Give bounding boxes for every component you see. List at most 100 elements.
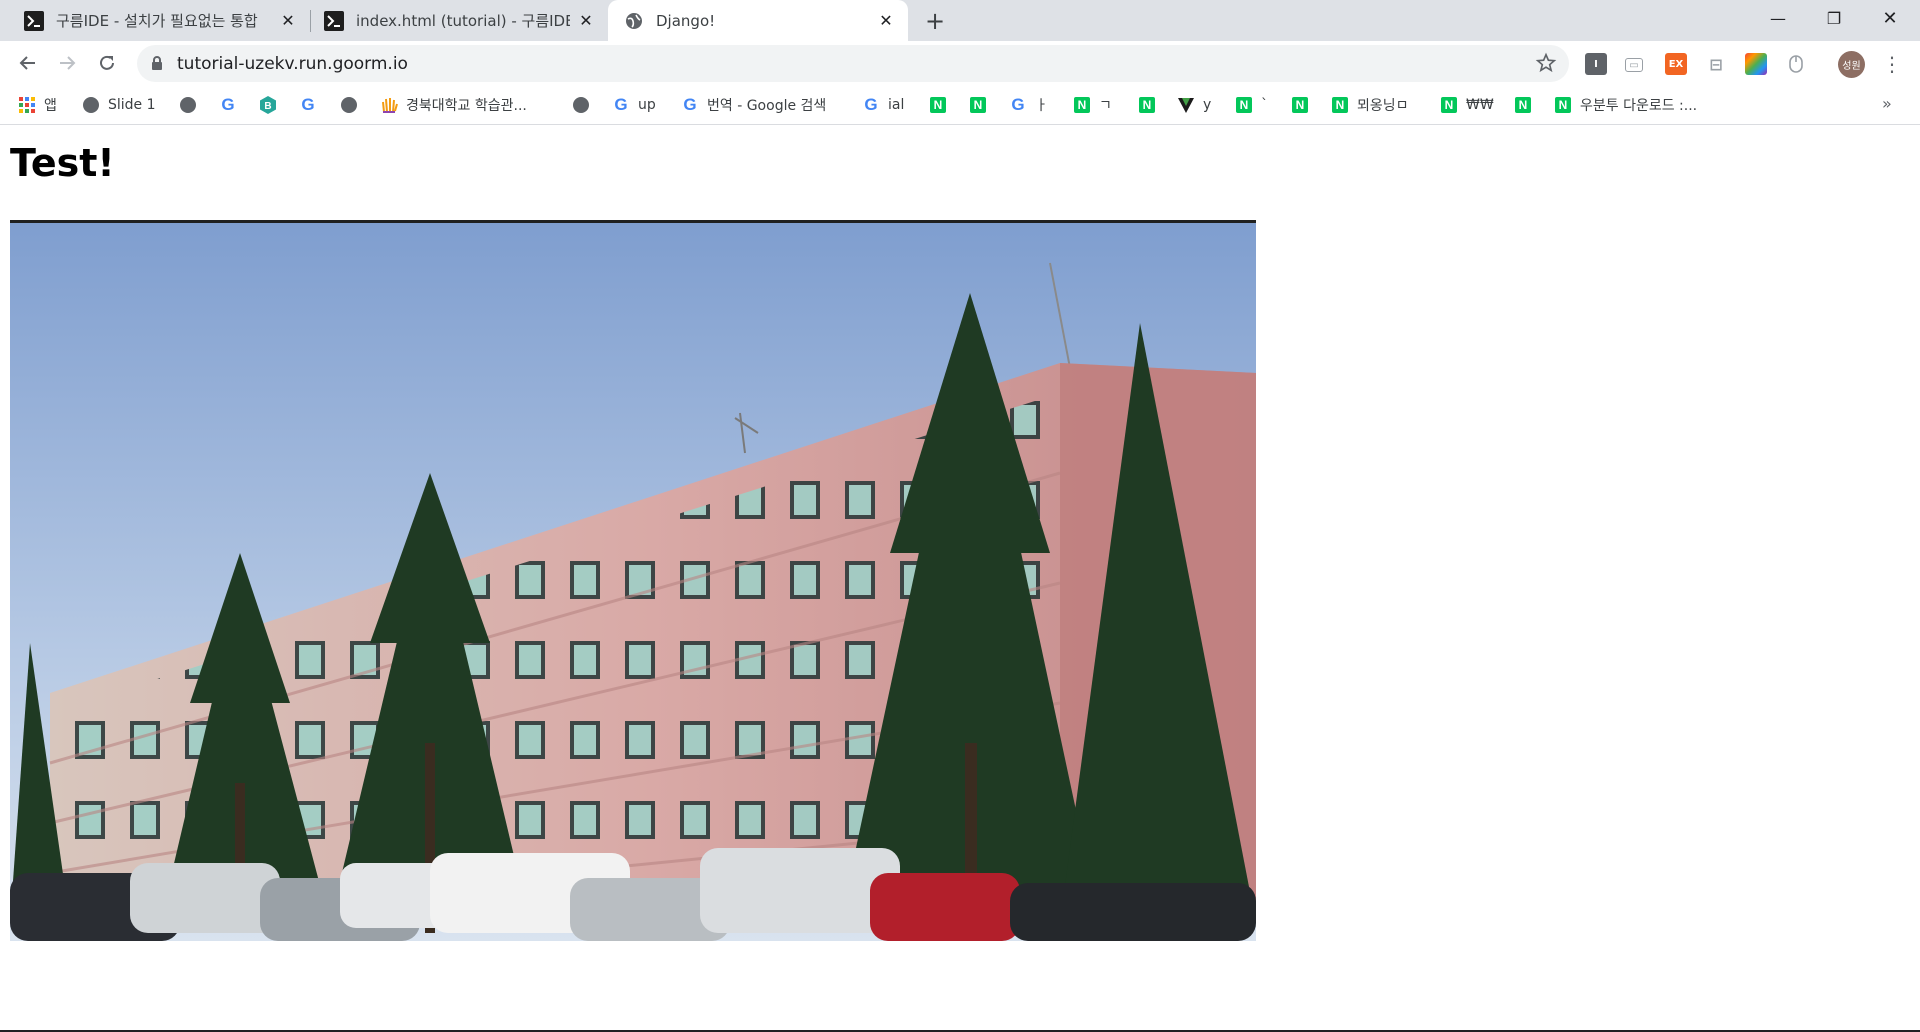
bookmark-label: 경북대학교 학습관...: [406, 98, 527, 114]
google-icon: G: [221, 95, 235, 114]
close-window-button[interactable]: ✕: [1862, 0, 1918, 36]
bookmark-naver[interactable]: N: [1291, 92, 1317, 118]
new-tab-button[interactable]: +: [922, 7, 948, 35]
close-icon[interactable]: ✕: [576, 11, 596, 31]
tab-django[interactable]: Django! ✕: [608, 0, 908, 41]
bookmark-globe[interactable]: [340, 92, 366, 118]
knu-hand-icon: [380, 96, 398, 114]
extension-i-icon[interactable]: I: [1585, 53, 1607, 75]
naver-icon: N: [1441, 97, 1457, 113]
lock-icon: [152, 56, 162, 70]
bookmark-label: ial: [888, 97, 905, 113]
globe-icon: [83, 97, 99, 113]
naver-icon: N: [930, 97, 946, 113]
terminal-icon: [324, 10, 344, 31]
bookmark-label: ㅏ: [1035, 98, 1048, 114]
bookmark-ial[interactable]: G ial: [862, 92, 904, 118]
google-icon: G: [301, 95, 315, 114]
bookmark-b[interactable]: B: [259, 92, 285, 118]
bookmark-label: Slide 1: [108, 97, 156, 113]
extension-colorgrid-icon[interactable]: [1745, 53, 1767, 75]
vuetify-icon: [1177, 96, 1195, 114]
forward-button[interactable]: [51, 47, 83, 79]
bookmark-up[interactable]: G up: [612, 92, 656, 118]
naver-icon: N: [1292, 97, 1308, 113]
bookmark-knu[interactable]: 경북대학교 학습관...: [380, 92, 527, 118]
globe-icon: [180, 97, 196, 113]
bookmark-label: 번역 - Google 검색: [707, 98, 827, 114]
page-content: Test!: [0, 125, 1920, 1032]
google-icon: G: [683, 95, 697, 114]
arrow-left-icon: [19, 56, 35, 70]
bookmark-globe[interactable]: [572, 92, 598, 118]
globe-icon: [573, 97, 589, 113]
bookmark-globe[interactable]: [179, 92, 205, 118]
bookmark-apps[interactable]: 앱: [18, 92, 57, 118]
bookmark-label: 우분투 다운로드 :...: [1580, 98, 1698, 114]
naver-icon: N: [1332, 97, 1348, 113]
back-button[interactable]: [12, 47, 44, 79]
svg-text:B: B: [264, 101, 271, 112]
naver-icon: N: [1139, 97, 1155, 113]
extension-layout-icon[interactable]: ⊟: [1705, 53, 1727, 75]
bookmark-translate[interactable]: G 번역 - Google 검색: [681, 92, 826, 118]
extension-cast-icon[interactable]: ▭: [1625, 58, 1643, 72]
bookmark-naver[interactable]: N: [929, 92, 955, 118]
bookmark-star-icon[interactable]: [1535, 52, 1557, 74]
arrow-right-icon: [60, 56, 76, 70]
bookmark-google[interactable]: G: [299, 92, 325, 118]
bookmark-label: y: [1203, 97, 1212, 113]
bookmark-label: 뫼옹닝ㅁ: [1357, 98, 1409, 114]
google-icon: G: [614, 95, 628, 114]
close-icon[interactable]: ✕: [278, 11, 298, 31]
bookmark-moeongning[interactable]: N 뫼옹닝ㅁ: [1331, 92, 1409, 118]
url-text: tutorial-uzekv.run.goorm.io: [177, 54, 408, 74]
profile-avatar[interactable]: 성원: [1838, 51, 1865, 78]
bookmark-label: up: [638, 97, 656, 113]
bookmark-slide1[interactable]: Slide 1: [82, 92, 156, 118]
bookmark-backtick[interactable]: N `: [1235, 92, 1268, 118]
bookmark-naver[interactable]: N: [1138, 92, 1164, 118]
extension-ex-icon[interactable]: EX: [1665, 53, 1687, 75]
naver-icon: N: [1236, 97, 1252, 113]
naver-icon: N: [1555, 97, 1571, 113]
minimize-button[interactable]: —: [1750, 0, 1806, 36]
apps-grid-icon: [18, 96, 36, 114]
close-icon[interactable]: ✕: [876, 11, 896, 31]
naver-icon: N: [1074, 97, 1090, 113]
tab-title: 구름IDE - 설치가 필요없는 통합: [56, 12, 258, 30]
bookmark-label: 앱: [44, 98, 57, 114]
bookmark-ubuntu[interactable]: N 우분투 다운로드 :...: [1554, 92, 1697, 118]
extension-mouse-icon[interactable]: [1785, 53, 1807, 75]
bookmark-a[interactable]: G ㅏ: [1009, 92, 1048, 118]
bookmark-naver[interactable]: N: [1514, 92, 1540, 118]
building-photo-drawing: [10, 223, 1256, 941]
bookmarks-bar: 앱 Slide 1 G B G 경북대학교 학습관... G up G 번역 -…: [0, 86, 1920, 125]
bookmark-label: `: [1261, 97, 1268, 113]
b-badge-icon: B: [259, 96, 277, 114]
terminal-icon: [24, 10, 44, 31]
bookmark-naver[interactable]: N: [969, 92, 995, 118]
bookmark-y[interactable]: y: [1177, 92, 1211, 118]
restore-button[interactable]: ❐: [1806, 0, 1862, 36]
reload-icon: [100, 55, 114, 70]
globe-icon: [626, 12, 642, 29]
bookmark-label: ㄱ: [1099, 98, 1112, 114]
tab-title: Django!: [656, 11, 716, 30]
tab-goorm-ide[interactable]: 구름IDE - 설치가 필요없는 통합 ✕: [0, 0, 310, 41]
globe-icon: [341, 97, 357, 113]
tab-strip: 구름IDE - 설치가 필요없는 통합 ✕ index.html (tutori…: [0, 0, 1920, 41]
tab-title: index.html (tutorial) - 구름IDE: [356, 12, 570, 30]
tab-index-html[interactable]: index.html (tutorial) - 구름IDE ✕: [300, 0, 608, 41]
naver-icon: N: [1515, 97, 1531, 113]
bookmarks-overflow-button[interactable]: »: [1882, 94, 1892, 113]
naver-icon: N: [970, 97, 986, 113]
bookmark-giyeok[interactable]: N ㄱ: [1073, 92, 1112, 118]
address-bar[interactable]: tutorial-uzekv.run.goorm.io: [137, 45, 1569, 82]
bookmark-google[interactable]: G: [219, 92, 245, 118]
bookmark-label: ₩₩: [1466, 97, 1494, 113]
reload-button[interactable]: [91, 47, 123, 79]
bookmark-won[interactable]: N ₩₩: [1440, 92, 1494, 118]
google-icon: G: [1011, 95, 1025, 114]
browser-menu-icon[interactable]: ⋮: [1882, 51, 1902, 77]
